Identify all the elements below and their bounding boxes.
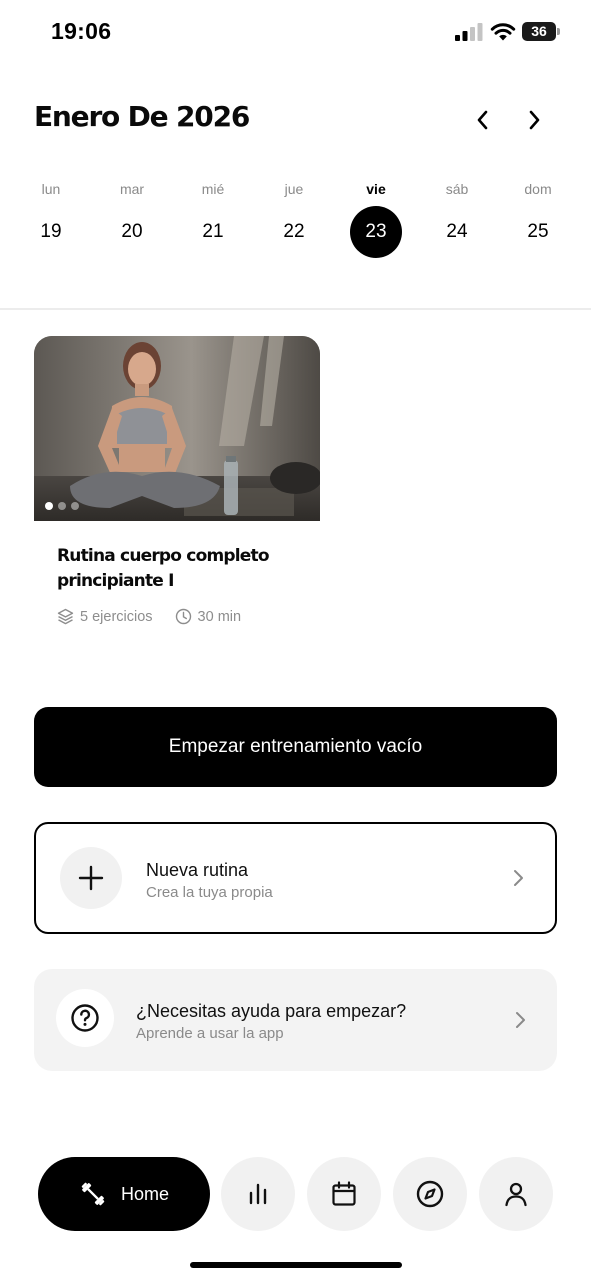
day-friday-selected[interactable]: vie 23	[336, 178, 416, 262]
wifi-icon	[490, 23, 516, 41]
battery-indicator: 36	[522, 22, 560, 41]
nav-home-tab[interactable]: Home	[38, 1157, 210, 1231]
nav-explore-tab[interactable]	[393, 1157, 467, 1231]
status-time: 19:06	[51, 18, 112, 44]
battery-tip	[557, 28, 560, 35]
new-routine-card[interactable]: Nueva rutina Crea la tuya propia	[34, 822, 557, 934]
new-routine-icon-wrap	[60, 847, 122, 909]
month-title: Enero De 2026	[34, 100, 250, 133]
status-bar: 19:06 36	[0, 0, 591, 64]
day-number: 19	[40, 221, 62, 242]
day-number: 24	[446, 221, 468, 242]
day-name: mar	[119, 181, 145, 197]
help-title: ¿Necesitas ayuda para empezar?	[136, 1001, 407, 1021]
day-tuesday[interactable]: mar 20	[92, 178, 172, 262]
previous-week-button[interactable]	[467, 104, 499, 136]
day-sunday[interactable]: dom 25	[498, 178, 578, 262]
day-name: mié	[201, 181, 225, 197]
day-thursday[interactable]: jue 22	[254, 178, 334, 262]
day-saturday[interactable]: sáb 24	[417, 178, 497, 262]
day-number: 20	[121, 221, 143, 242]
new-routine-subtitle: Crea la tuya propia	[146, 884, 273, 901]
home-indicator[interactable]	[190, 1262, 402, 1268]
day-monday[interactable]: lun 19	[11, 178, 91, 262]
pagination-dot[interactable]	[58, 502, 66, 510]
chevron-right-icon	[516, 1012, 525, 1028]
help-card[interactable]: ¿Necesitas ayuda para empezar? Aprende a…	[34, 969, 557, 1071]
routine-exercises: 5 ejercicios	[57, 608, 153, 625]
user-icon	[505, 1182, 527, 1207]
exercises-count: 5 ejercicios	[80, 608, 153, 625]
workout-photo-illustration	[34, 336, 320, 521]
day-name: vie	[366, 181, 386, 197]
day-name: lun	[41, 181, 61, 197]
clock-icon	[175, 608, 191, 625]
plus-icon	[78, 865, 104, 891]
bar-chart-icon	[249, 1183, 267, 1205]
day-number: 25	[527, 221, 549, 242]
help-icon-wrap	[56, 989, 114, 1047]
new-routine-text: Nueva rutina Crea la tuya propia	[146, 858, 273, 904]
day-name: sáb	[445, 181, 469, 197]
nav-calendar-tab[interactable]	[307, 1157, 381, 1231]
chevron-right-icon	[529, 110, 540, 130]
bottom-navigation: Home	[0, 1156, 591, 1232]
dumbbell-icon	[81, 1182, 105, 1206]
routine-meta: 5 ejercicios 30 min	[57, 608, 263, 625]
routine-duration: 30 min	[175, 608, 242, 625]
routine-title: Rutina cuerpo completo principiante I	[57, 546, 270, 591]
day-number: 21	[202, 221, 224, 242]
day-number: 22	[283, 221, 305, 242]
nav-profile-tab[interactable]	[479, 1157, 553, 1231]
chevron-right-icon	[514, 870, 523, 886]
routine-card[interactable]: Rutina cuerpo completo principiante I 5 …	[34, 336, 320, 636]
day-number: 23	[350, 206, 402, 258]
routine-image[interactable]	[34, 336, 320, 521]
pagination-dot[interactable]	[71, 502, 79, 510]
header-divider	[0, 308, 591, 310]
battery-level: 36	[522, 22, 556, 41]
day-name: jue	[284, 181, 304, 197]
cellular-signal-icon	[455, 23, 483, 41]
compass-icon	[416, 1180, 444, 1208]
layers-icon	[57, 608, 74, 625]
question-circle-icon	[71, 1004, 99, 1032]
help-subtitle: Aprende a usar la app	[136, 1025, 284, 1042]
calendar-icon	[332, 1181, 356, 1206]
nav-stats-tab[interactable]	[221, 1157, 295, 1231]
chevron-left-icon	[477, 110, 488, 130]
day-name: dom	[524, 181, 552, 197]
duration-value: 30 min	[197, 608, 242, 625]
nav-home-label: Home	[120, 1183, 169, 1204]
start-empty-workout-button[interactable]: Empezar entrenamiento vacío	[34, 707, 557, 787]
day-wednesday[interactable]: mié 21	[173, 178, 253, 262]
help-text: ¿Necesitas ayuda para empezar? Aprende a…	[136, 999, 406, 1045]
pagination-dot-active[interactable]	[45, 502, 53, 510]
image-pagination-dots	[45, 502, 79, 510]
new-routine-title: Nueva rutina	[146, 860, 249, 880]
week-strip: lun 19 mar 20 mié 21 jue 22 vie 23 sáb 2…	[10, 178, 580, 262]
next-week-button[interactable]	[518, 104, 550, 136]
